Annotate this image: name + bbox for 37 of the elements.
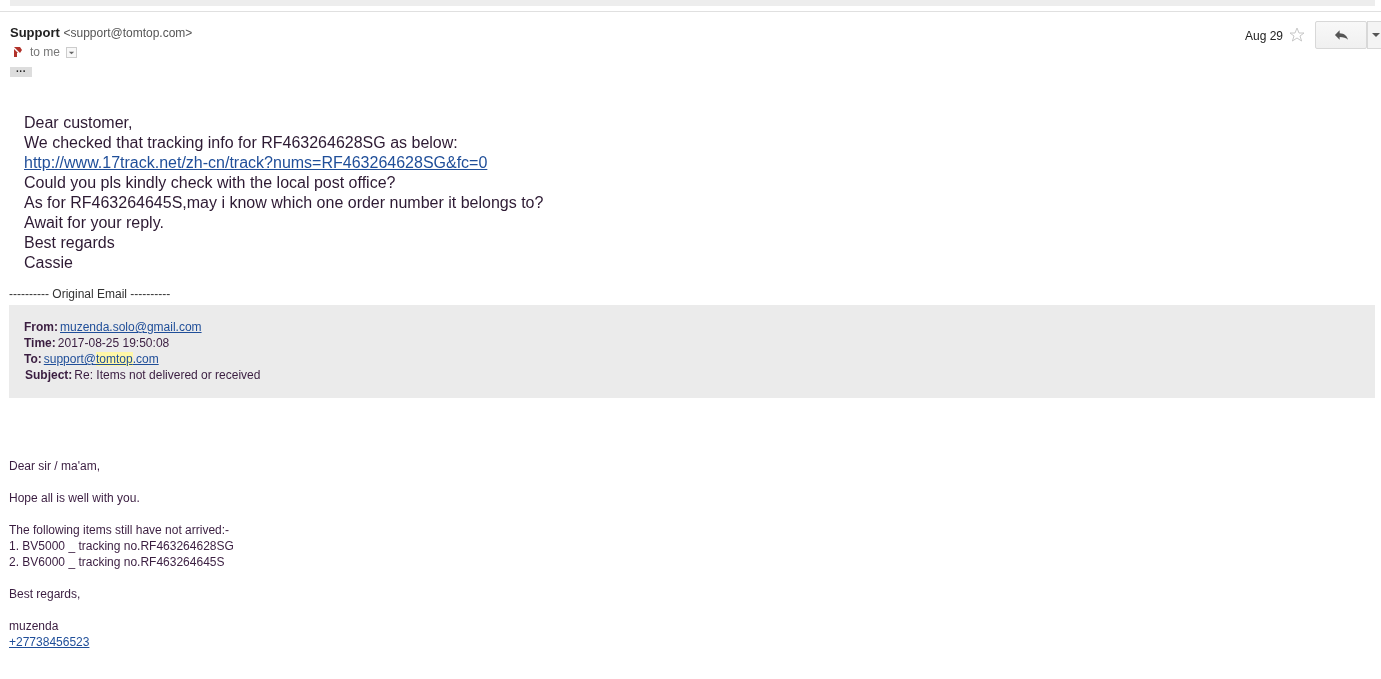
message-line: Dear sir / ma'am, <box>9 458 100 474</box>
message-date: Aug 29 <box>1244 29 1283 43</box>
tracking-link[interactable]: http://www.17track.net/zh-cn/track?nums=RF463264628SG&fc=0 <box>24 153 488 173</box>
from-label: From: <box>24 319 58 335</box>
to-label: To: <box>24 351 42 367</box>
time-value: 2017-08-25 19:50:08 <box>57 335 170 351</box>
message-line: Hope all is well with you. <box>9 490 140 506</box>
from-link[interactable]: muzenda.solo@gmail.com <box>60 319 202 335</box>
message-line: 2. BV6000 _ tracking no.RF463264645S <box>9 554 225 570</box>
caret-icon <box>1372 31 1380 39</box>
message-line: muzenda <box>9 618 59 634</box>
message-line: 1. BV5000 _ tracking no.RF463264628SG <box>9 538 234 554</box>
show-trimmed-button[interactable]: ··· <box>10 67 32 77</box>
subject-value: Re: Items not delivered or received <box>74 367 261 383</box>
subject-label: Subject: <box>25 367 73 383</box>
reply-button[interactable] <box>1315 21 1367 49</box>
details-dropdown[interactable] <box>66 46 77 58</box>
recipient-text: to me <box>30 45 60 59</box>
importance-marker-icon[interactable] <box>12 46 24 58</box>
to-link[interactable]: support@tomtop.com <box>43 351 159 367</box>
original-email-divider: ---------- Original Email ---------- <box>8 286 172 302</box>
reply-line: Could you pls kindly check with the local post office? <box>24 173 396 193</box>
reply-icon <box>1333 29 1349 41</box>
star-icon[interactable] <box>1289 27 1305 43</box>
sender-email: <support@tomtop.com> <box>63 26 193 40</box>
reply-line: Cassie <box>24 253 73 273</box>
reply-line: Await for your reply. <box>24 213 164 233</box>
reply-line: As for RF463264645S,may i know which one order number it belongs to? <box>24 193 544 213</box>
reply-line: Dear customer, <box>24 113 133 133</box>
reply-line: Best regards <box>24 233 115 253</box>
message-line: The following items still have not arrived:- <box>9 522 230 538</box>
phone-link[interactable]: +27738456523 <box>9 634 90 650</box>
time-label: Time: <box>24 335 56 351</box>
reply-line: We checked that tracking info for RF463264628SG as below: <box>24 133 458 153</box>
message-line: Best regards, <box>9 586 81 602</box>
sender-name: Support <box>10 25 60 40</box>
more-options-dropdown[interactable] <box>1367 21 1381 49</box>
